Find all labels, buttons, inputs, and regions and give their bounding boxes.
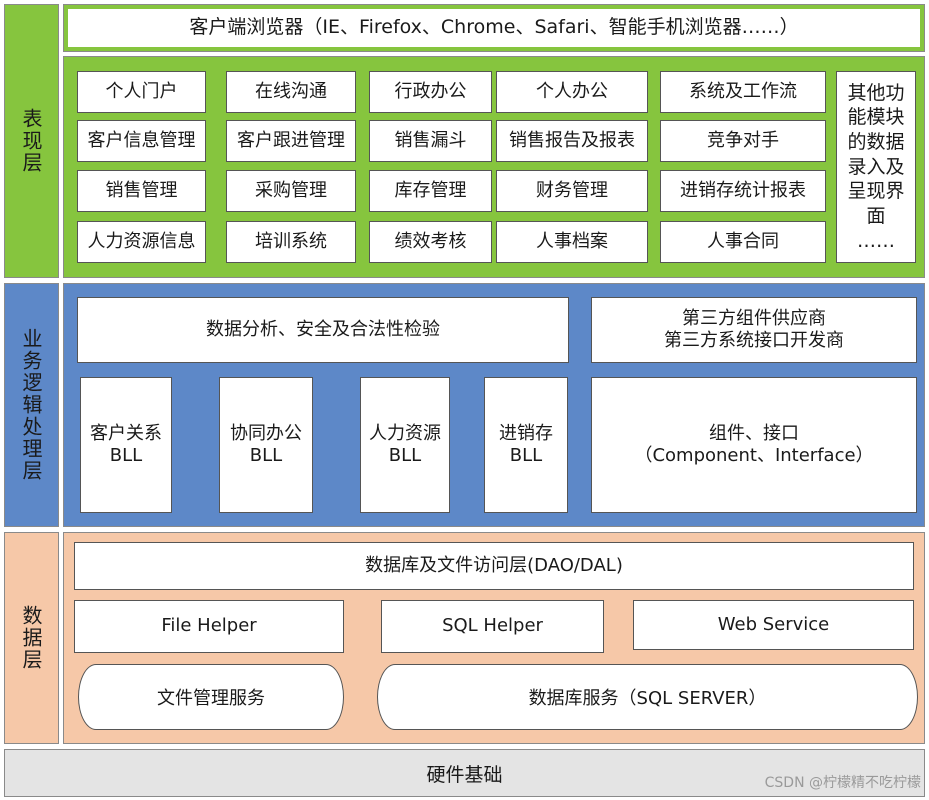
module-sales-funnel: 销售漏斗 — [369, 120, 492, 162]
module-sales-management: 销售管理 — [77, 170, 206, 212]
module-inventory-report: 进销存统计报表 — [660, 170, 826, 212]
bll-hr: 人力资源 BLL — [360, 377, 450, 513]
dal-box: 数据库及文件访问层(DAO/DAL) — [74, 542, 914, 590]
analysis-box: 数据分析、安全及合法性检验 — [77, 297, 569, 363]
module-personal-office: 个人办公 — [496, 71, 648, 113]
module-customer-info: 客户信息管理 — [77, 120, 206, 162]
data-panel: 数据库及文件访问层(DAO/DAL) File Helper SQL Helpe… — [63, 532, 925, 744]
business-panel: 数据分析、安全及合法性检验 第三方组件供应商 第三方系统接口开发商 客户关系 B… — [63, 283, 925, 527]
module-other: 其他功能模块的数据录入及呈现界面 …… — [836, 71, 916, 263]
module-personal-portal: 个人门户 — [77, 71, 206, 113]
module-purchasing: 采购管理 — [226, 170, 356, 212]
module-training: 培训系统 — [226, 221, 356, 263]
bll-collab-office: 协同办公 BLL — [219, 377, 313, 513]
module-personnel-files: 人事档案 — [496, 221, 648, 263]
presentation-modules-panel: 个人门户 在线沟通 行政办公 个人办公 系统及工作流 客户信息管理 客户跟进管理… — [63, 56, 925, 278]
module-competitors: 竞争对手 — [660, 120, 826, 162]
bll-inventory: 进销存 BLL — [484, 377, 568, 513]
bll-crm: 客户关系 BLL — [80, 377, 172, 513]
web-service: Web Service — [633, 600, 914, 650]
module-personnel-contracts: 人事合同 — [660, 221, 826, 263]
module-sales-report: 销售报告及报表 — [496, 120, 648, 162]
module-hr-info: 人力资源信息 — [77, 221, 206, 263]
browser-bar-container: 客户端浏览器（IE、Firefox、Chrome、Safari、智能手机浏览器…… — [63, 4, 925, 52]
module-online-chat: 在线沟通 — [226, 71, 356, 113]
third-party-box: 第三方组件供应商 第三方系统接口开发商 — [591, 297, 917, 363]
component-interface-box: 组件、接口 （Component、Interface） — [591, 377, 917, 513]
file-management-service: 文件管理服务 — [78, 664, 344, 730]
module-performance: 绩效考核 — [369, 221, 492, 263]
module-finance: 财务管理 — [496, 170, 648, 212]
sql-helper: SQL Helper — [381, 600, 604, 653]
watermark: CSDN @柠檬精不吃柠檬 — [764, 775, 921, 791]
database-service: 数据库服务（SQL SERVER） — [377, 664, 918, 730]
module-admin-office: 行政办公 — [369, 71, 492, 113]
file-helper: File Helper — [74, 600, 344, 653]
module-customer-followup: 客户跟进管理 — [226, 120, 356, 162]
business-layer-label: 业务逻辑处理层 — [4, 283, 59, 527]
presentation-layer-label: 表现层 — [4, 4, 59, 278]
module-inventory: 库存管理 — [369, 170, 492, 212]
browser-bar: 客户端浏览器（IE、Firefox、Chrome、Safari、智能手机浏览器…… — [68, 9, 920, 47]
module-workflow: 系统及工作流 — [660, 71, 826, 113]
data-layer-label: 数据层 — [4, 532, 59, 744]
